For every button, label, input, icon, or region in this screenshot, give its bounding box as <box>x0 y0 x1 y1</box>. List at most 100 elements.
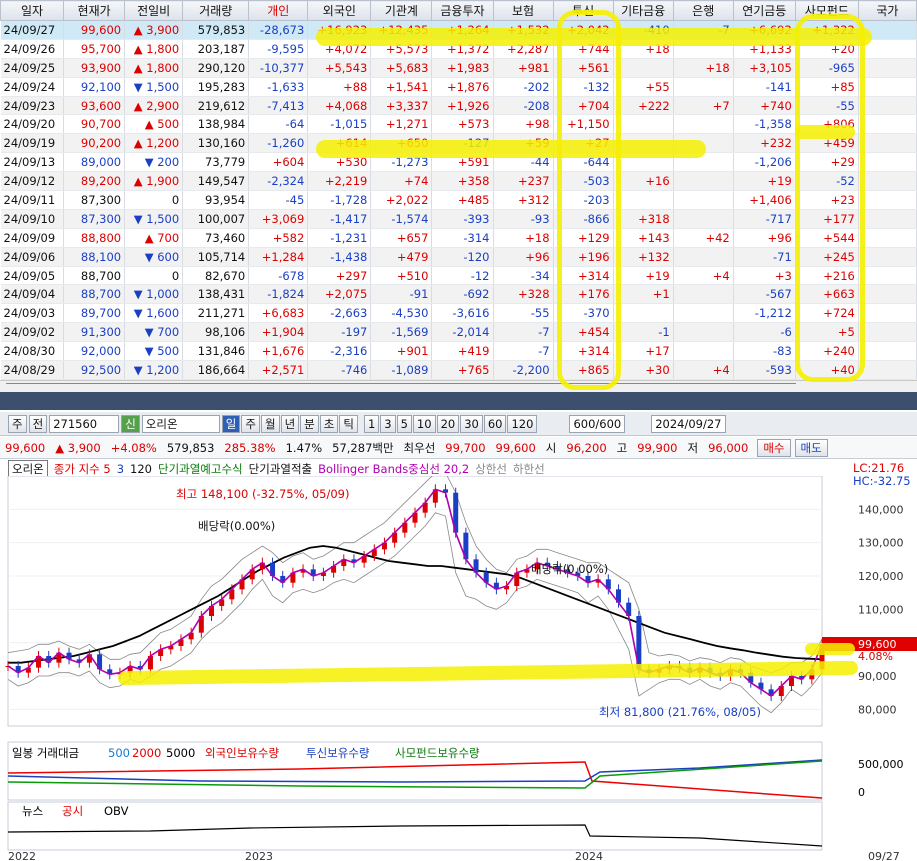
period-button[interactable]: 틱 <box>339 414 358 433</box>
cell-6: +479 <box>370 247 433 267</box>
y-tick-label: 90,000 <box>858 670 897 683</box>
cell-3: 219,612 <box>182 96 250 116</box>
up-arrow-icon: ▲ <box>133 22 147 37</box>
table-row[interactable]: 24/09/04 88,700 ▼ 1,000 138,431 -1,824 +2,075… <box>0 284 917 305</box>
col-header-4[interactable]: 개인 <box>248 0 309 21</box>
minute-button[interactable]: 5 <box>396 414 412 433</box>
col-header-12[interactable]: 연기금등 <box>732 0 796 21</box>
table-row[interactable]: 24/09/20 90,700 ▲ 500 138,984 -64 -1,015 +1,27… <box>0 114 917 135</box>
cell-3: 93,954 <box>182 190 250 210</box>
table-row[interactable]: 24/09/02 91,300 ▼ 700 98,106 +1,904 -197 -1,56… <box>0 322 917 343</box>
col-header-1[interactable]: 현재가 <box>63 0 126 21</box>
stock-name-field[interactable]: 오리온 <box>141 414 220 433</box>
cell-9: +196 <box>553 247 614 267</box>
table-row[interactable]: 24/09/09 88,800 ▲ 700 73,460 +582 -1,231 +657-… <box>0 228 917 248</box>
cell-6: +657 <box>370 228 433 248</box>
down-arrow-icon: ▼ <box>133 211 147 226</box>
cell-13: +544 <box>795 228 859 248</box>
cell-5: +614 <box>307 133 372 154</box>
period-button[interactable]: 월 <box>260 414 280 433</box>
date-field[interactable]: 2024/09/27 <box>651 414 726 433</box>
cell-3: 73,460 <box>182 228 250 248</box>
type-select[interactable]: 주 <box>8 414 27 433</box>
col-header-8[interactable]: 보험 <box>492 0 554 21</box>
cell-2: ▼ 200 <box>124 152 184 173</box>
stock-code-input[interactable]: 271560 <box>49 414 120 433</box>
cell-8: +18 <box>493 228 554 248</box>
y-tick-label: 110,000 <box>858 603 904 616</box>
prev-button[interactable]: 전 <box>28 414 48 433</box>
minute-button[interactable]: 120 <box>507 414 538 433</box>
down-arrow-icon: ▼ <box>133 363 147 378</box>
col-header-2[interactable]: 전일비 <box>124 0 184 21</box>
table-row[interactable]: 24/09/11 87,300 0 93,954 -45 -1,728 +2,022 +485… <box>0 190 917 210</box>
col-header-13[interactable]: 사모펀드 <box>794 0 859 21</box>
cell-14 <box>858 284 917 305</box>
cell-12: -71 <box>733 247 796 267</box>
quote-price: 99,600 <box>5 440 46 455</box>
col-header-6[interactable]: 기관계 <box>370 0 433 21</box>
cell-11 <box>673 284 734 305</box>
cell-5: +2,219 <box>307 171 372 192</box>
table-row[interactable]: 24/09/24 92,100 ▼ 1,500 195,283 -1,633 +88 +1,… <box>0 77 917 97</box>
table-row[interactable]: 24/09/03 89,700 ▼ 1,600 211,271 +6,683 -2,663… <box>0 303 917 324</box>
table-row[interactable]: 24/09/25 93,900 ▲ 1,800 290,120 -10,377 +5,54… <box>0 58 917 78</box>
col-header-7[interactable]: 금융투자 <box>431 0 494 21</box>
col-header-0[interactable]: 일자 <box>0 0 65 21</box>
col-header-11[interactable]: 은행 <box>672 0 734 21</box>
buy-button[interactable]: 매수 <box>757 438 791 457</box>
cell-1: 88,700 <box>63 284 126 305</box>
cell-3: 579,853 <box>182 20 250 40</box>
minute-button[interactable]: 3 <box>380 414 396 433</box>
cell-4: -9,595 <box>248 39 309 59</box>
period-button[interactable]: 주 <box>241 414 260 433</box>
table-row[interactable]: 24/09/26 95,700 ▲ 1,800 203,187 -9,595 +4,072… <box>0 39 917 59</box>
bar-count-field[interactable]: 600/600 <box>569 414 626 433</box>
cell-0: 24/09/27 <box>0 20 65 40</box>
cell-0: 24/09/23 <box>0 96 65 116</box>
cell-1: 87,300 <box>63 190 126 210</box>
cell-2: ▼ 1,200 <box>124 360 184 380</box>
period-button[interactable]: 분 <box>300 414 319 433</box>
cell-3: 149,547 <box>182 171 250 192</box>
table-row[interactable]: 24/09/19 90,200 ▲ 1,200 130,160 -1,260 +614 +6… <box>0 133 917 154</box>
table-row[interactable]: 24/09/27 99,600 ▲ 3,900 579,853 -28,673 +16,9… <box>0 20 917 40</box>
table-row[interactable]: 24/09/10 87,300 ▼ 1,500 100,007 +3,069 -1,417… <box>0 209 917 229</box>
investor-trading-table: 일자 현재가 전일비 거래량 개인 외국인 기관계 금융투자 보험 투신 기타금융 은행 연기금등 사모펀… <box>0 0 917 380</box>
table-row[interactable]: 24/08/29 92,500 ▼ 1,200 186,664 +2,571 -746 -1… <box>0 360 917 380</box>
horizontal-scrollbar[interactable] <box>0 380 917 392</box>
cell-13: +1,322 <box>795 20 859 40</box>
table-row[interactable]: 24/09/23 93,600 ▲ 2,900 219,612 -7,413 +4,068… <box>0 96 917 116</box>
minute-button[interactable]: 1 <box>363 414 380 433</box>
table-row[interactable]: 24/09/06 88,100 ▼ 600 105,714 +1,284 -1,438 +4… <box>0 247 917 267</box>
col-header-14[interactable]: 국가 <box>857 0 917 21</box>
minute-button[interactable]: 10 <box>412 414 436 433</box>
cell-2: ▼ 500 <box>124 341 184 362</box>
quote-high-label: 고 <box>616 440 628 455</box>
cell-8: +312 <box>493 190 554 210</box>
minute-button[interactable]: 30 <box>460 414 483 433</box>
cell-12: +1,133 <box>733 39 796 59</box>
minute-button[interactable]: 20 <box>436 414 460 433</box>
cell-5: -1,231 <box>307 228 372 248</box>
table-row[interactable]: 24/09/05 88,700 0 82,670 -678 +297 +510 -12 -34 +… <box>0 266 917 286</box>
table-row[interactable]: 24/08/30 92,000 ▼ 500 131,846 +1,676 -2,316 +9… <box>0 341 917 362</box>
price-chart[interactable]: 140,000 130,000 120,000 110,000 90,000 80,000… <box>0 476 917 861</box>
period-button[interactable]: 년 <box>280 414 300 433</box>
table-row[interactable]: 24/09/12 89,200 ▲ 1,900 149,547 -2,324 +2,219… <box>0 171 917 192</box>
cell-10: +19 <box>613 266 674 286</box>
sell-button[interactable]: 매도 <box>794 438 828 457</box>
col-header-10[interactable]: 기타금융 <box>612 0 674 21</box>
col-header-3[interactable]: 거래량 <box>182 0 250 21</box>
minute-button[interactable]: 60 <box>483 414 507 433</box>
cell-4: -45 <box>248 190 309 210</box>
col-header-9[interactable]: 투신 <box>552 0 614 21</box>
col-header-5[interactable]: 외국인 <box>307 0 372 21</box>
table-row[interactable]: 24/09/13 89,000 ▼ 200 73,779 +604 +530 -1,273 +… <box>0 152 917 173</box>
cell-12: -1,212 <box>733 303 796 324</box>
period-button[interactable]: 초 <box>319 414 339 433</box>
cell-14 <box>858 58 917 78</box>
cell-7: -120 <box>431 247 494 267</box>
period-button[interactable]: 일 <box>221 414 241 433</box>
cell-14 <box>858 152 917 173</box>
